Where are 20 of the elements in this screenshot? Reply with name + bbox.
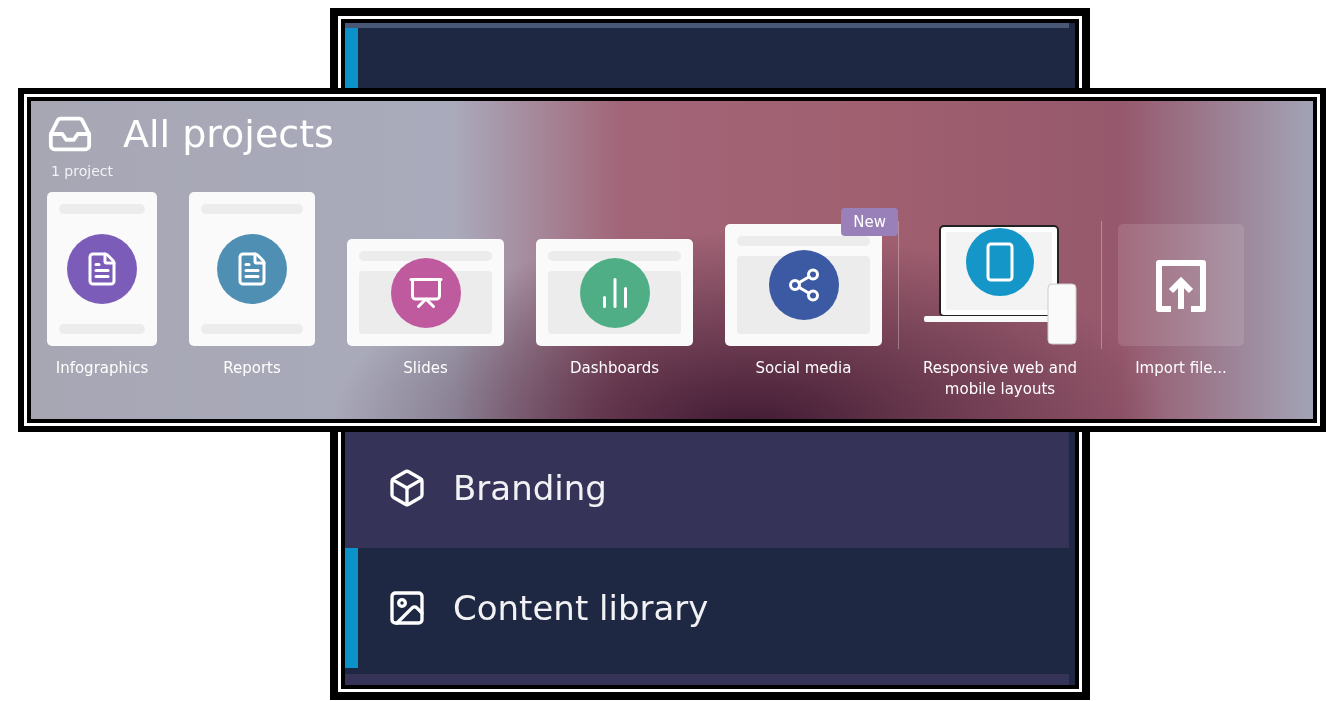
template-card[interactable] [189, 192, 315, 346]
sidebar-label: Branding [453, 468, 607, 508]
template-label: Dashboards [569, 358, 660, 379]
template-label: Social media [755, 358, 852, 379]
sidebar-label: Content library [453, 588, 709, 628]
template-label: Reports [223, 358, 281, 379]
cube-icon [387, 468, 427, 508]
template-label: Slides [403, 358, 448, 379]
phone-icon [986, 242, 1013, 282]
project-count: 1 project [51, 163, 114, 179]
template-label: Responsive web and mobile layouts [922, 358, 1078, 400]
template-label: Infographics [55, 358, 149, 379]
import-tile[interactable] [1118, 224, 1244, 346]
image-icon [387, 588, 427, 628]
template-card[interactable] [536, 239, 693, 346]
page-title: All projects [123, 112, 334, 156]
template-card[interactable] [47, 192, 157, 346]
template-card[interactable] [347, 239, 504, 346]
template-label: Import file... [1135, 358, 1227, 379]
new-badge: New [841, 208, 898, 236]
